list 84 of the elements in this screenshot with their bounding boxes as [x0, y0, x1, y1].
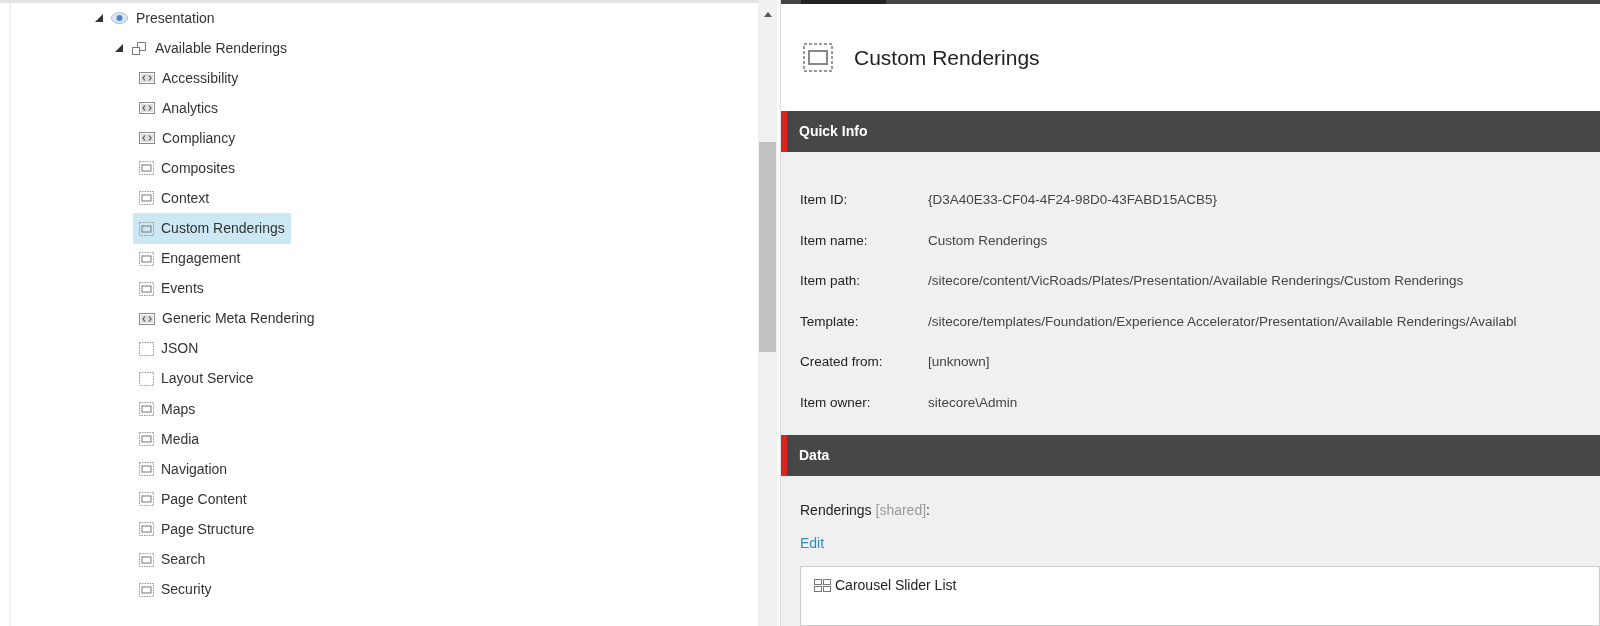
tree-item-label: Maps	[161, 399, 196, 419]
section-title: Quick Info	[799, 122, 868, 141]
grid-icon	[814, 578, 832, 593]
tree-item-label: Layout Service	[161, 369, 254, 389]
tree-item[interactable]: Navigation	[133, 454, 234, 485]
expanded-arrow-icon[interactable]	[95, 14, 103, 22]
rendering-icon	[139, 251, 154, 266]
tree-item[interactable]: Compliancy	[133, 123, 242, 154]
field-value: /sitecore/content/VicRoads/Plates/Presentation/Available Renderings/Custom Renderings	[928, 272, 1464, 291]
field-label: Template:	[800, 312, 860, 331]
tree-item[interactable]: Page Content	[133, 484, 253, 515]
rendering-icon	[139, 492, 154, 507]
tree-item-label: Analytics	[162, 98, 219, 118]
rendering-icon	[139, 161, 154, 176]
section-header[interactable]: Data	[781, 435, 1600, 476]
tree-item[interactable]: Accessibility	[133, 63, 245, 94]
field-value: /sitecore/templates/Foundation/Experience Accelerator/Presentation/Available Renderings/Availabl	[928, 312, 1517, 331]
tree-item-label: Events	[161, 279, 204, 299]
tree-item-label: Search	[161, 550, 206, 570]
tree-item-label: Generic Meta Rendering	[162, 309, 315, 329]
linked-squares-icon	[132, 41, 146, 55]
tree-item[interactable]: Maps	[133, 394, 202, 425]
rendering-icon	[139, 552, 154, 567]
rendering-item[interactable]: Carousel Slider List	[835, 575, 957, 596]
tree-item-label: Composites	[161, 158, 235, 178]
tree-item[interactable]: Context	[133, 183, 216, 214]
tree-item[interactable]: Search	[133, 544, 212, 575]
tree-item[interactable]: Analytics	[133, 93, 225, 124]
tree-item[interactable]: Security	[133, 574, 218, 605]
scrollbar-thumb[interactable]	[759, 142, 776, 352]
tree-item-label: Compliancy	[162, 128, 236, 148]
tree-item[interactable]: Engagement	[133, 243, 247, 274]
code-icon	[139, 102, 155, 115]
eye-icon	[111, 12, 128, 24]
field-value: {D3A40E33-CF04-4F24-98D0-43FABD15ACB5}	[928, 191, 1217, 209]
rendering-icon	[139, 402, 154, 417]
tree-item-label: Media	[161, 429, 200, 449]
section-title: Data	[799, 446, 830, 466]
tree-item-label: Accessibility	[162, 68, 239, 88]
rendering-icon	[139, 582, 154, 597]
field-label: Renderings [shared]:	[800, 501, 930, 520]
tree-item[interactable]: JSON	[133, 333, 205, 364]
rendering-icon	[139, 281, 154, 296]
tree-item[interactable]: Media	[133, 424, 206, 455]
rendering-icon	[139, 221, 154, 236]
scrollbar[interactable]	[758, 0, 777, 626]
rendering-icon	[803, 43, 833, 73]
field-value: sitecore\Admin	[928, 393, 1018, 412]
tree-item-label: Page Structure	[161, 519, 255, 539]
field-label: Item name:	[800, 231, 869, 250]
tree-item[interactable]: Layout Service	[133, 363, 260, 395]
scroll-up-icon[interactable]	[763, 12, 772, 17]
code-icon	[139, 312, 155, 325]
dashed-box-icon	[139, 372, 154, 386]
field-label: Created from:	[800, 353, 884, 372]
code-icon	[139, 132, 155, 145]
tree-item[interactable]: Page Structure	[133, 514, 261, 545]
code-icon	[139, 72, 155, 85]
item-title: Custom Renderings	[854, 44, 1040, 71]
dashed-box-icon	[139, 341, 154, 356]
field-label: Item path:	[800, 272, 862, 291]
field-value: Custom Renderings	[928, 231, 1048, 250]
section-header[interactable]: Quick Info	[781, 111, 1600, 152]
rendering-icon	[139, 522, 154, 537]
rendering-icon	[139, 432, 154, 447]
expanded-arrow-icon[interactable]	[115, 44, 123, 52]
tree-item[interactable]: Generic Meta Rendering	[133, 303, 321, 334]
tree-item[interactable]: Events	[133, 273, 210, 304]
field-value: [unknown]	[928, 353, 990, 372]
tree-item-label: Engagement	[161, 249, 241, 269]
rendering-icon	[139, 462, 154, 477]
field-label: Item owner:	[800, 393, 872, 412]
rendering-icon	[139, 191, 154, 206]
field-label: Item ID:	[800, 191, 849, 209]
tree-item-label: Custom Renderings	[161, 219, 285, 238]
tree-item-label: JSON	[161, 339, 199, 359]
tree-item[interactable]: Composites	[133, 153, 241, 184]
tree-item[interactable]: Custom Renderings	[133, 213, 291, 244]
tree-item-label: Context	[161, 188, 210, 208]
tree-item-label: Page Content	[161, 489, 247, 509]
tree-item[interactable]: Presentation	[136, 7, 215, 29]
tree-item-label: Navigation	[161, 459, 228, 479]
tree-item-label: Security	[161, 580, 212, 600]
tree-item[interactable]: Available Renderings	[155, 37, 288, 59]
